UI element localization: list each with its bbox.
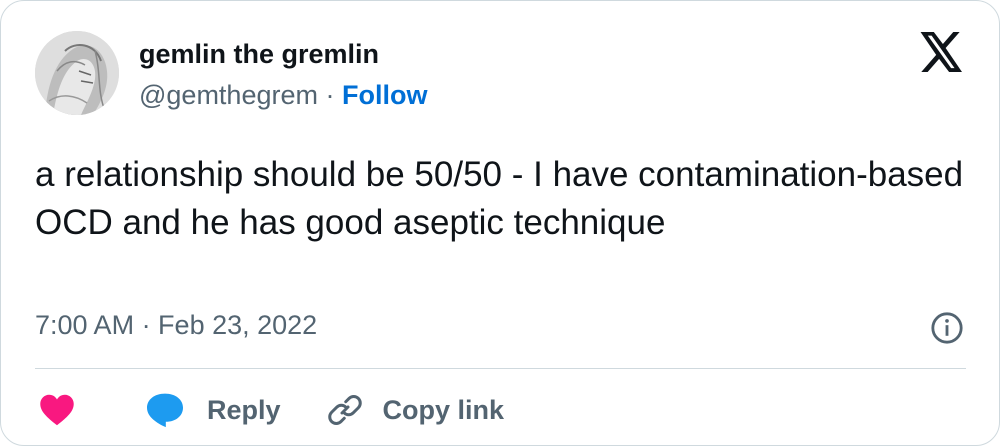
avatar[interactable] [35, 31, 119, 115]
handle-separator: · [325, 80, 335, 110]
avatar-sketch-image [35, 31, 119, 115]
heart-icon [40, 394, 74, 426]
like-button[interactable] [35, 394, 75, 426]
tweet-text: a relationship should be 50/50 - I have … [35, 155, 964, 242]
copy-link-label: Copy link [382, 394, 505, 425]
follow-button[interactable]: Follow [342, 80, 427, 110]
reply-button[interactable]: Reply [145, 392, 281, 428]
author-display-name[interactable]: gemlin the gremlin [139, 39, 379, 70]
tweet-card: gemlin the gremlin @gemthegrem · Follow … [0, 0, 1000, 446]
author-handle-row: @gemthegrem · Follow [139, 80, 428, 111]
copy-link-button[interactable]: Copy link [327, 392, 505, 428]
info-icon[interactable] [930, 311, 964, 345]
link-icon [327, 395, 362, 425]
divider [35, 368, 966, 369]
x-logo-icon[interactable] [920, 32, 964, 72]
tweet-timestamp[interactable]: 7:00 AM · Feb 23, 2022 [35, 310, 317, 341]
reply-label: Reply [207, 394, 281, 425]
action-bar: Reply Copy link [35, 387, 504, 433]
speech-bubble-icon [147, 393, 183, 428]
author-handle[interactable]: @gemthegrem [139, 80, 318, 110]
